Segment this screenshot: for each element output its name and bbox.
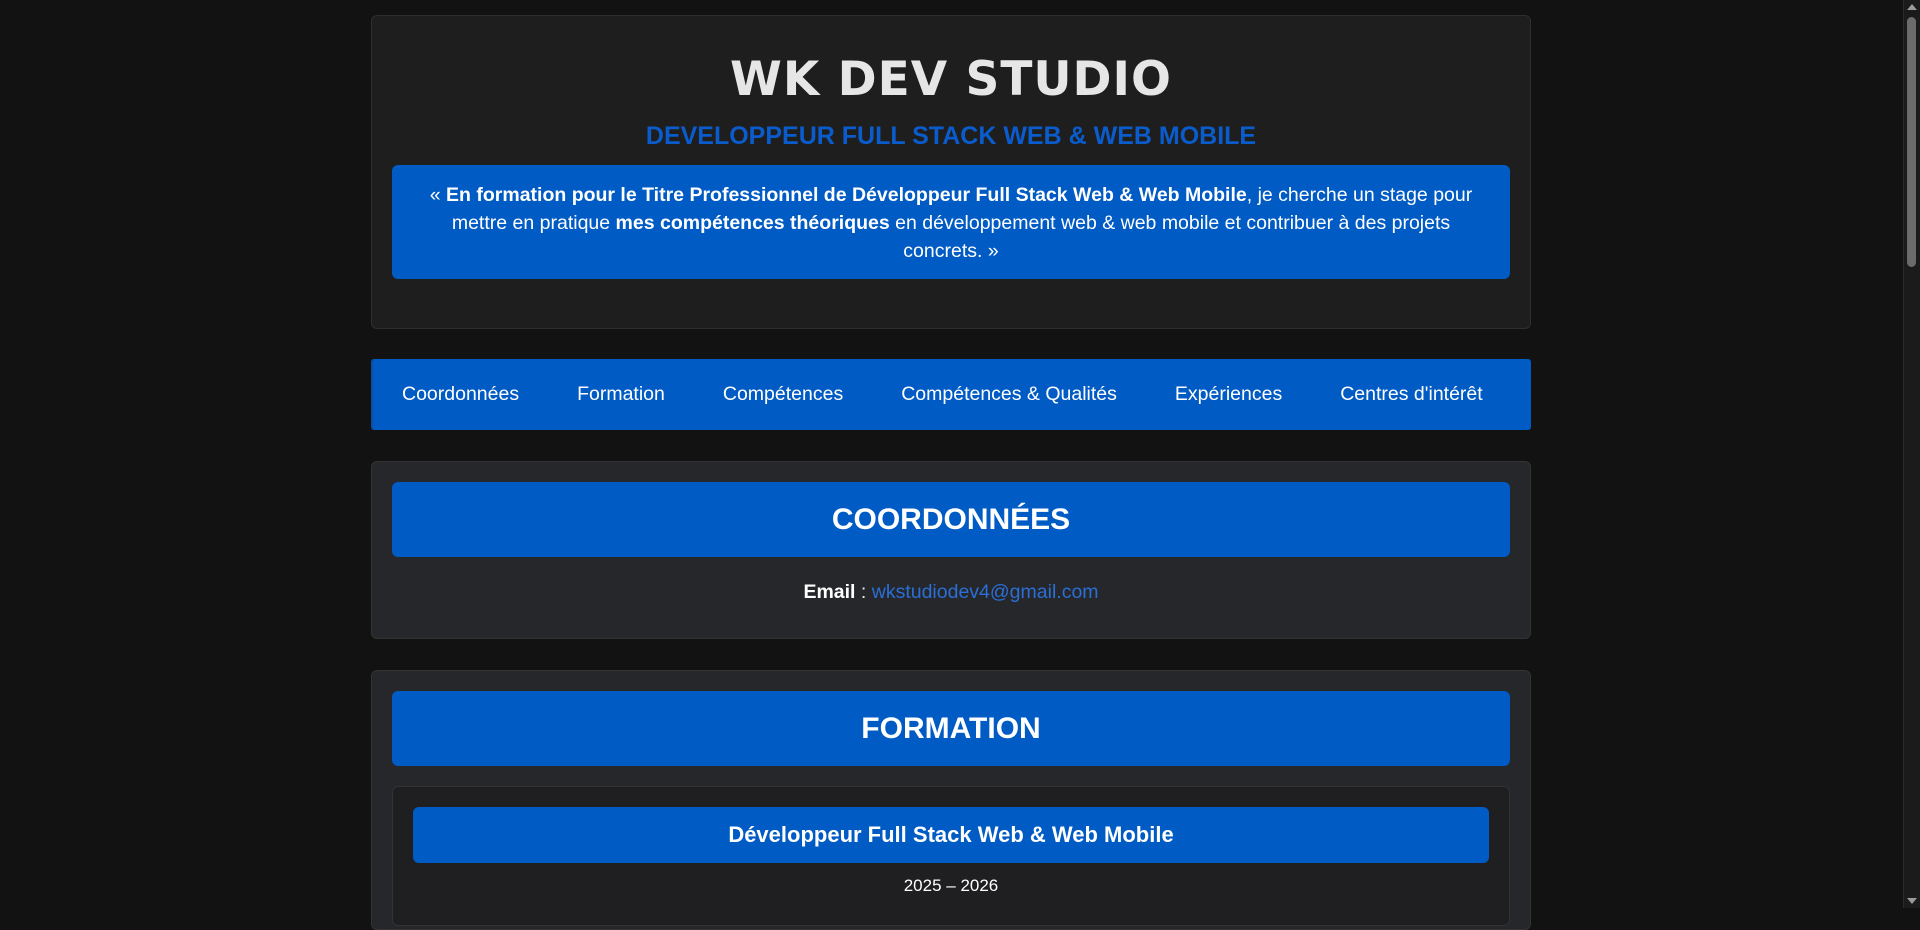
formation-section: FORMATION Développeur Full Stack Web & W… (371, 670, 1531, 930)
main-nav: Coordonnées Formation Compétences Compét… (371, 359, 1531, 430)
nav-item-formation[interactable]: Formation (577, 383, 665, 406)
quote-text-2: en développement web & web mobile et con… (889, 211, 1451, 262)
quote-bold-1: En formation pour le Titre Professionnel… (446, 183, 1247, 206)
header-card: WK DEV STUDIO DEVELOPPEUR FULL STACK WEB… (371, 15, 1531, 329)
email-line: Email : wkstudiodev4@gmail.com (392, 581, 1510, 604)
formation-item-title: Développeur Full Stack Web & Web Mobile (413, 807, 1489, 863)
vertical-scrollbar[interactable] (1903, 0, 1920, 908)
scroll-down-icon[interactable] (1907, 898, 1917, 904)
site-title: WK DEV STUDIO (729, 52, 1172, 107)
email-separator: : (855, 581, 872, 603)
nav-item-coordonnees[interactable]: Coordonnées (402, 383, 519, 406)
formation-title: FORMATION (392, 691, 1510, 766)
formation-item-dates: 2025 – 2026 (903, 876, 999, 895)
nav-item-centres-interet[interactable]: Centres d'intérêt (1340, 383, 1482, 406)
quote-bold-2: mes compétences théoriques (615, 211, 890, 234)
coordonnees-title: COORDONNÉES (392, 482, 1510, 557)
site-subtitle: DEVELOPPEUR FULL STACK WEB & WEB MOBILE (645, 121, 1257, 150)
nav-item-competences[interactable]: Compétences (723, 383, 843, 406)
email-link[interactable]: wkstudiodev4@gmail.com (872, 581, 1099, 603)
scroll-thumb[interactable] (1907, 17, 1916, 267)
formation-item: Développeur Full Stack Web & Web Mobile … (392, 786, 1510, 926)
nav-item-experiences[interactable]: Expériences (1175, 383, 1282, 406)
quote-open: « (429, 183, 447, 206)
nav-item-competences-qualites[interactable]: Compétences & Qualités (901, 383, 1117, 406)
scroll-up-icon[interactable] (1907, 4, 1917, 10)
coordonnees-section: COORDONNÉES Email : wkstudiodev4@gmail.c… (371, 461, 1531, 639)
page-container: WK DEV STUDIO DEVELOPPEUR FULL STACK WEB… (371, 15, 1531, 930)
email-label: Email (803, 581, 856, 603)
intro-quote: « En formation pour le Titre Professionn… (392, 164, 1510, 279)
